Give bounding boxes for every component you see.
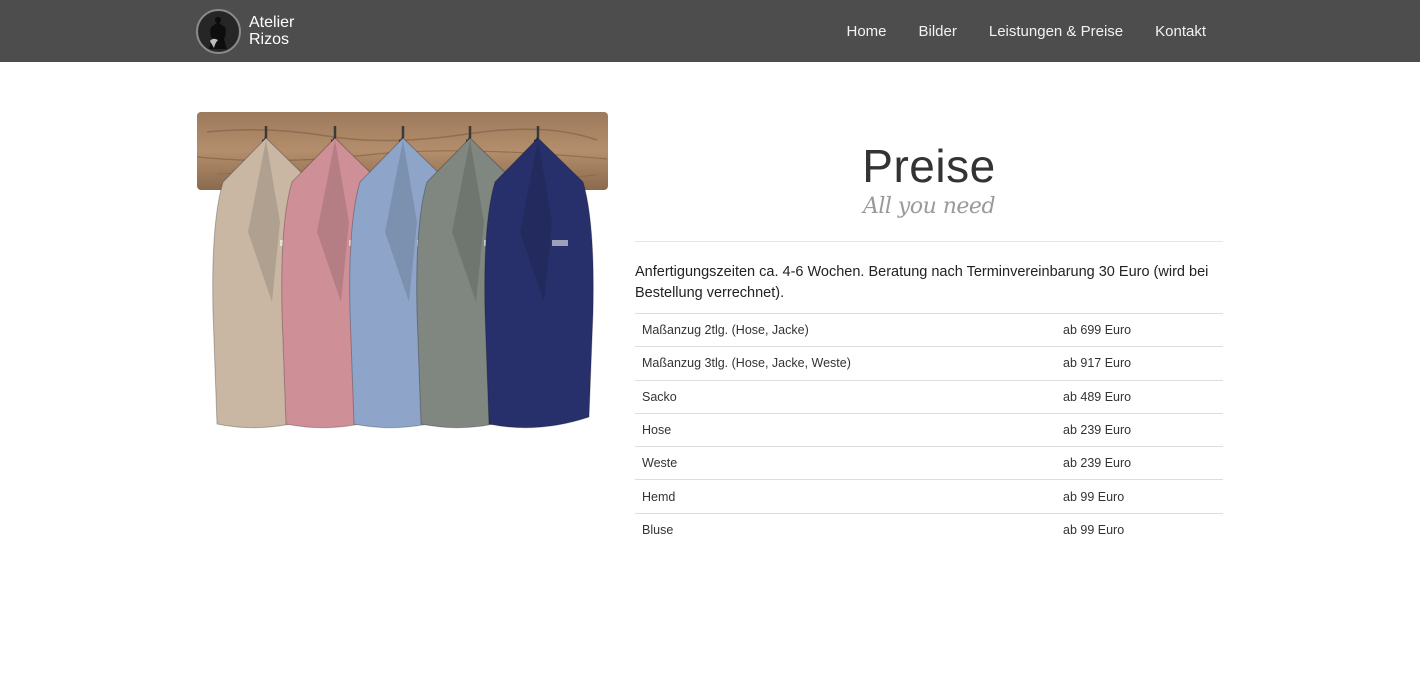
page-title: Preise: [862, 140, 996, 192]
nav-link-home[interactable]: Home: [846, 23, 886, 40]
item-name: Weste: [635, 446, 1063, 480]
table-row: Sacko ab 489 Euro: [635, 379, 1223, 414]
price-table: Maßanzug 2tlg. (Hose, Jacke) ab 699 Euro …: [635, 312, 1223, 547]
brand-line-2: Rizos: [249, 31, 290, 48]
table-row: Maßanzug 2tlg. (Hose, Jacke) ab 699 Euro: [635, 312, 1223, 347]
table-row: Bluse ab 99 Euro: [635, 512, 1223, 547]
navbar: Atelier Rizos Home Bilder Leistungen & P…: [0, 0, 1420, 62]
table-row: Hose ab 239 Euro: [635, 412, 1223, 447]
nav-link-bilder[interactable]: Bilder: [919, 23, 957, 40]
item-price: ab 239 Euro: [1063, 412, 1223, 447]
brand-line-1: Atelier: [249, 14, 295, 31]
item-price: ab 699 Euro: [1063, 312, 1223, 347]
nav-link-leistungen-preise[interactable]: Leistungen & Preise: [989, 23, 1123, 40]
prices-section: Preise All you need Anfertigungszeiten c…: [635, 112, 1223, 547]
page-subtitle: All you need: [862, 194, 996, 219]
nav-item-home: Home: [814, 23, 886, 40]
item-name: Hose: [635, 412, 1063, 447]
nav-item-leistungen: Leistungen & Preise: [957, 23, 1123, 40]
nav-item-bilder: Bilder: [887, 23, 957, 40]
dress-form-icon: [196, 8, 241, 54]
item-name: Hemd: [635, 479, 1063, 514]
brand-link[interactable]: Atelier Rizos: [196, 7, 294, 55]
item-price: ab 917 Euro: [1063, 346, 1223, 381]
brand-name: Atelier Rizos: [249, 14, 294, 48]
main-nav: Home Bilder Leistungen & Preise Kontakt: [814, 0, 1206, 62]
item-name: Maßanzug 3tlg. (Hose, Jacke, Weste): [635, 346, 1063, 381]
item-price: ab 489 Euro: [1063, 379, 1223, 414]
item-price: ab 239 Euro: [1063, 446, 1223, 480]
pocket-square: [552, 240, 568, 246]
item-name: Maßanzug 2tlg. (Hose, Jacke): [635, 312, 1063, 347]
nav-item-kontakt: Kontakt: [1123, 23, 1206, 40]
jackets-image: [196, 112, 608, 434]
intro-text: Anfertigungszeiten ca. 4-6 Wochen. Berat…: [635, 264, 1209, 301]
item-name: Bluse: [635, 512, 1063, 547]
item-price: ab 99 Euro: [1063, 479, 1223, 514]
table-row: Maßanzug 3tlg. (Hose, Jacke, Weste) ab 91…: [635, 346, 1223, 381]
section-divider: [635, 241, 1223, 242]
table-row: Weste ab 239 Euro: [635, 446, 1223, 480]
nav-link-kontakt[interactable]: Kontakt: [1155, 23, 1206, 40]
item-price: ab 99 Euro: [1063, 512, 1223, 547]
item-name: Sacko: [635, 379, 1063, 414]
table-row: Hemd ab 99 Euro: [635, 479, 1223, 514]
